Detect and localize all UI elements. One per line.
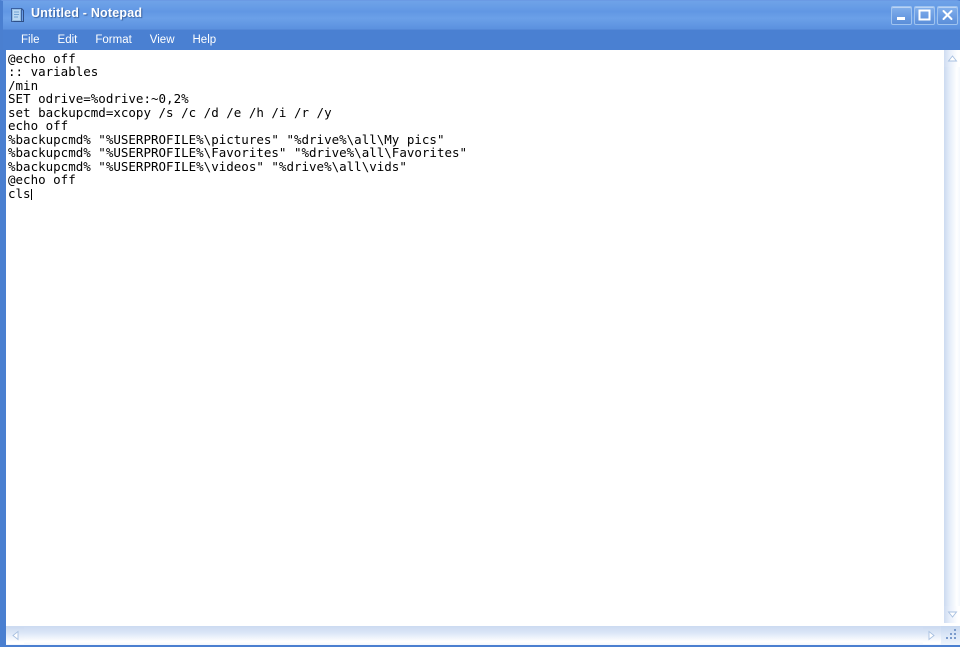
vertical-scroll-track[interactable] — [944, 67, 960, 606]
menu-item-view[interactable]: View — [141, 32, 184, 49]
menu-item-edit[interactable]: Edit — [49, 32, 87, 49]
menu-bar: File Edit Format View Help — [3, 30, 960, 50]
editor-lines: @echo off :: variables /min SET odrive=%… — [8, 51, 468, 201]
scroll-right-button[interactable] — [923, 627, 940, 644]
scroll-up-icon — [947, 55, 957, 62]
close-button[interactable] — [937, 6, 958, 25]
menu-item-help[interactable]: Help — [184, 32, 226, 49]
window-controls — [891, 6, 958, 25]
notepad-window: Untitled - Notepad File Edit Format View… — [0, 0, 960, 647]
text-editor[interactable]: @echo off :: variables /min SET odrive=%… — [6, 50, 931, 623]
maximize-button[interactable] — [914, 6, 935, 25]
scroll-left-button[interactable] — [7, 627, 24, 644]
title-bar[interactable]: Untitled - Notepad — [3, 1, 960, 30]
minimize-button[interactable] — [891, 6, 912, 25]
resize-grip-icon[interactable] — [941, 626, 960, 645]
menu-item-file[interactable]: File — [12, 32, 49, 49]
window-title: Untitled - Notepad — [31, 6, 143, 20]
scroll-down-icon — [947, 611, 957, 618]
horizontal-scrollbar[interactable] — [6, 625, 960, 645]
client-area: @echo off :: variables /min SET odrive=%… — [6, 50, 960, 645]
notepad-icon — [9, 7, 25, 23]
text-caret — [30, 188, 32, 200]
menu-item-format[interactable]: Format — [86, 32, 140, 49]
scroll-down-button[interactable] — [944, 606, 960, 623]
scroll-right-icon — [928, 630, 935, 641]
editor-content: @echo off :: variables /min SET odrive=%… — [8, 52, 931, 200]
scroll-left-icon — [12, 630, 19, 641]
vertical-scrollbar[interactable] — [943, 50, 960, 623]
scroll-up-button[interactable] — [944, 50, 960, 67]
